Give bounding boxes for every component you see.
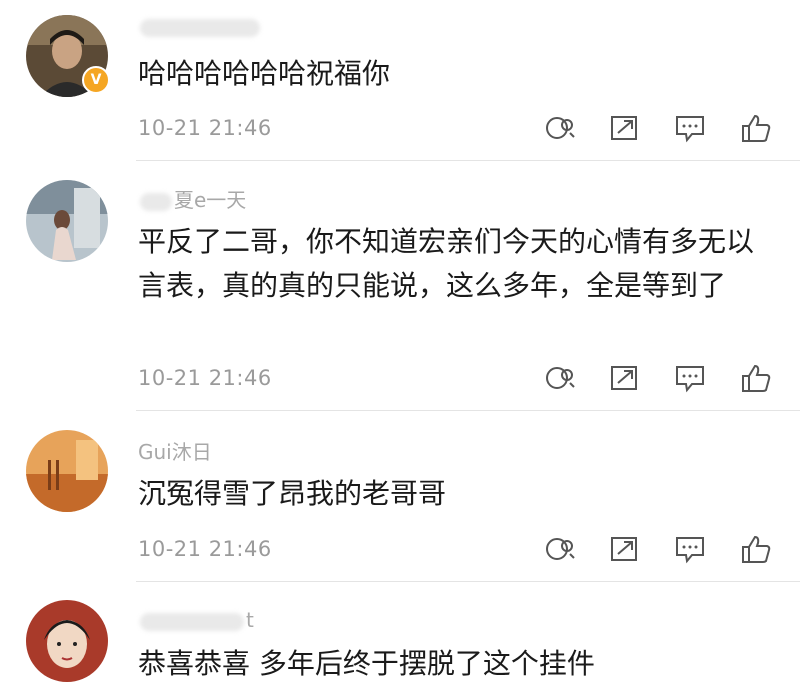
like-icon[interactable] (738, 113, 774, 143)
username[interactable]: 多 怀 (138, 14, 262, 38)
reply-icon[interactable] (542, 363, 578, 393)
avatar[interactable] (26, 180, 108, 262)
divider (136, 410, 800, 411)
comment-icon[interactable] (672, 113, 708, 143)
timestamp: 10-21 21:46 (138, 366, 272, 390)
divider (136, 581, 800, 582)
share-icon[interactable] (606, 534, 642, 564)
share-icon[interactable] (606, 363, 642, 393)
comment-icon[interactable] (672, 363, 708, 393)
timestamp: 10-21 21:46 (138, 116, 272, 140)
divider (136, 160, 800, 161)
verified-badge-icon: V (82, 66, 110, 94)
username[interactable]: t (138, 608, 254, 632)
username-visible-text: 夏e一天 (174, 188, 247, 212)
avatar[interactable] (26, 600, 108, 682)
comment-text: 恭喜恭喜 多年后终于摆脱了这个挂件 (138, 647, 595, 680)
username[interactable]: Gui沐日 (138, 436, 212, 465)
comment-text: 平反了二哥，你不知道宏亲们今天的心情有多无以言表，真的真的只能说，这么多年，全是… (138, 225, 755, 302)
reply-icon[interactable] (542, 113, 578, 143)
share-icon[interactable] (606, 113, 642, 143)
username[interactable]: 夏e一天 (138, 184, 246, 213)
comment-text: 哈哈哈哈哈哈祝福你 (138, 57, 391, 90)
reply-icon[interactable] (542, 534, 578, 564)
username-visible-text: Gui沐日 (138, 440, 212, 464)
like-icon[interactable] (738, 534, 774, 564)
username-visible-text: t (246, 608, 254, 632)
comment-text: 沉冤得雪了昂我的老哥哥 (138, 477, 447, 510)
like-icon[interactable] (738, 363, 774, 393)
avatar[interactable] (26, 430, 108, 512)
timestamp: 10-21 21:46 (138, 537, 272, 561)
comment-icon[interactable] (672, 534, 708, 564)
